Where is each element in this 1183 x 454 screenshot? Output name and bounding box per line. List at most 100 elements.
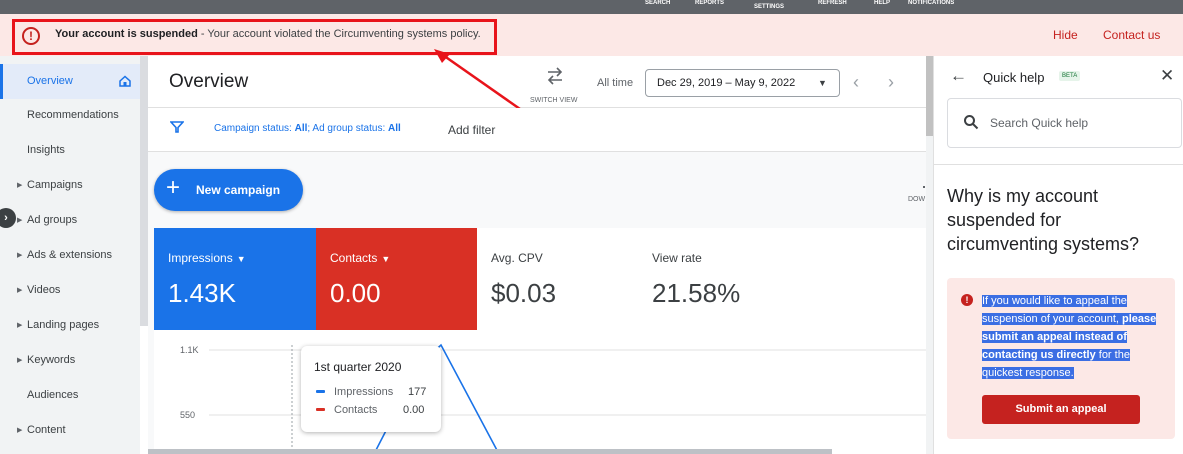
chart-plot: [209, 343, 926, 454]
quick-help-title: Quick help: [983, 70, 1045, 85]
metric-value: 1.43K: [168, 278, 236, 308]
tooltip-row-value: 177: [408, 386, 427, 398]
sidebar-item-videos[interactable]: ▶ Videos: [0, 273, 140, 308]
metric-value: 21.58%: [652, 278, 741, 308]
toolbar-refresh[interactable]: REFRESH: [818, 0, 847, 6]
back-arrow-icon[interactable]: ←: [950, 66, 967, 86]
sidebar-item-audiences[interactable]: Audiences: [0, 378, 140, 413]
sidebar-item-label: Content: [27, 424, 66, 436]
filter-icon[interactable]: [170, 121, 184, 133]
error-icon: !: [22, 27, 40, 45]
sidebar-scrollbar[interactable]: [140, 56, 148, 326]
contacts-swatch: [316, 408, 325, 411]
toolbar-search[interactable]: SEARCH: [645, 0, 670, 6]
sidebar-item-ad-groups[interactable]: ▶ Ad groups: [0, 203, 140, 238]
new-campaign-button[interactable]: + New campaign: [154, 169, 303, 211]
switch-view-icon[interactable]: [544, 66, 566, 86]
appeal-alert-text: If you would like to appeal the suspensi…: [982, 292, 1167, 382]
sidebar-item-label: Insights: [27, 144, 65, 156]
metric-label: Impressions ▼: [168, 251, 246, 265]
help-article-heading: Why is my account suspended for circumve…: [947, 186, 1140, 254]
sidebar-item-keywords[interactable]: ▶ Keywords: [0, 343, 140, 378]
sidebar-item-label: Ad groups: [27, 214, 78, 226]
toolbar-notifications[interactable]: NOTIFICATIONS: [908, 0, 954, 6]
next-period-icon[interactable]: ›: [888, 72, 894, 93]
metric-card-empty: [799, 228, 926, 330]
metric-label-text: Impressions: [168, 251, 233, 265]
vertical-scrollbar-thumb[interactable]: [926, 56, 933, 136]
sidebar-item-landing-pages[interactable]: ▶ Landing pages: [0, 308, 140, 343]
banner-title: Your account is suspended: [55, 28, 198, 40]
tooltip-row-value: 0.00: [403, 404, 425, 416]
filter-ad-group-status-value: All: [388, 123, 401, 134]
close-icon[interactable]: ✕: [1160, 66, 1174, 86]
sidebar-item-label: Overview: [27, 75, 73, 87]
impressions-swatch: [316, 390, 325, 393]
metric-card-avg-cpv[interactable]: Avg. CPV $0.03: [477, 228, 639, 330]
sidebar-item-ads-extensions[interactable]: ▶ Ads & extensions: [0, 238, 140, 273]
search-icon: [964, 115, 979, 130]
date-range-value: Dec 29, 2019 – May 9, 2022: [657, 77, 796, 89]
sidebar-item-label: Audiences: [27, 389, 79, 401]
hide-link[interactable]: Hide: [1053, 28, 1078, 42]
metric-card-view-rate[interactable]: View rate 21.58%: [638, 228, 800, 330]
home-icon: [119, 75, 131, 87]
submit-appeal-button[interactable]: Submit an appeal: [982, 395, 1140, 424]
top-toolbar: SEARCH REPORTS SETTINGS REFRESH HELP NOT…: [0, 0, 1183, 14]
dropdown-caret-icon: ▼: [236, 254, 246, 264]
expand-caret-icon: ▶: [17, 217, 23, 224]
all-time-label: All time: [597, 77, 634, 89]
toolbar-settings[interactable]: SETTINGS: [754, 4, 784, 10]
toolbar-reports[interactable]: REPORTS: [695, 0, 724, 6]
sidebar-item-campaigns[interactable]: ▶ Campaigns: [0, 168, 140, 203]
tooltip-row-label: Contacts: [334, 404, 378, 416]
dropdown-caret-icon: ▼: [381, 254, 391, 264]
sidebar-item-recommendations[interactable]: Recommendations: [0, 98, 140, 133]
page-title: Overview: [169, 71, 249, 92]
expand-caret-icon: ▶: [17, 182, 23, 189]
filter-campaign-status-value: All: [294, 123, 308, 134]
banner-detail: - Your account violated the Circumventin…: [197, 28, 481, 40]
sidebar-item-insights[interactable]: Insights: [0, 133, 140, 168]
metric-value: $0.03: [491, 278, 557, 308]
tooltip-row-label: Impressions: [334, 386, 394, 398]
expand-caret-icon: ▶: [17, 357, 23, 364]
sidebar-item-label: Landing pages: [27, 319, 100, 331]
sidebar-item-label: Keywords: [27, 354, 76, 366]
beta-badge: BETA: [1059, 71, 1081, 81]
download-label[interactable]: DOW: [908, 196, 925, 203]
sidebar-item-content[interactable]: ▶ Content: [0, 413, 140, 448]
metric-label-text: Contacts: [330, 251, 378, 265]
sidebar-item-label: Ads & extensions: [27, 249, 112, 261]
more-options-icon[interactable]: [923, 186, 925, 188]
filter-campaign-status-label: Campaign status:: [214, 123, 295, 134]
expand-caret-icon: ▶: [17, 427, 23, 434]
metric-label: Contacts ▼: [330, 251, 390, 265]
metric-label: Avg. CPV: [491, 251, 543, 265]
sidebar-item-label: Recommendations: [27, 109, 119, 121]
metric-card-contacts[interactable]: Contacts ▼ 0.00: [316, 228, 478, 330]
sidebar-item-label: Videos: [27, 284, 61, 296]
active-filters[interactable]: Campaign status: All; Ad group status: A…: [214, 123, 401, 134]
divider: [933, 164, 1183, 165]
sidebar-item-overview[interactable]: Overview: [0, 64, 140, 99]
toolbar-help[interactable]: HELP: [874, 0, 890, 6]
new-campaign-label: New campaign: [196, 183, 281, 197]
contact-us-link[interactable]: Contact us: [1103, 28, 1160, 42]
tooltip-title: 1st quarter 2020: [314, 360, 402, 374]
metric-card-impressions[interactable]: Impressions ▼ 1.43K: [154, 228, 316, 330]
metric-label: View rate: [652, 251, 702, 265]
banner-message: Your account is suspended - Your account…: [55, 28, 481, 40]
horizontal-scrollbar[interactable]: [148, 449, 832, 454]
expand-caret-icon: ▶: [17, 287, 23, 294]
plus-icon: +: [166, 174, 181, 201]
filter-ad-group-status-label: ; Ad group status:: [307, 123, 388, 134]
metric-value: 0.00: [330, 278, 381, 308]
previous-period-icon[interactable]: ‹: [853, 72, 859, 93]
switch-view-label[interactable]: SWITCH VIEW: [530, 97, 577, 104]
alert-icon: !: [961, 294, 973, 306]
add-filter-button[interactable]: Add filter: [448, 123, 495, 137]
expand-caret-icon: ▶: [17, 252, 23, 259]
search-placeholder: Search Quick help: [990, 116, 1089, 130]
sidebar-item-label: Campaigns: [27, 179, 83, 191]
